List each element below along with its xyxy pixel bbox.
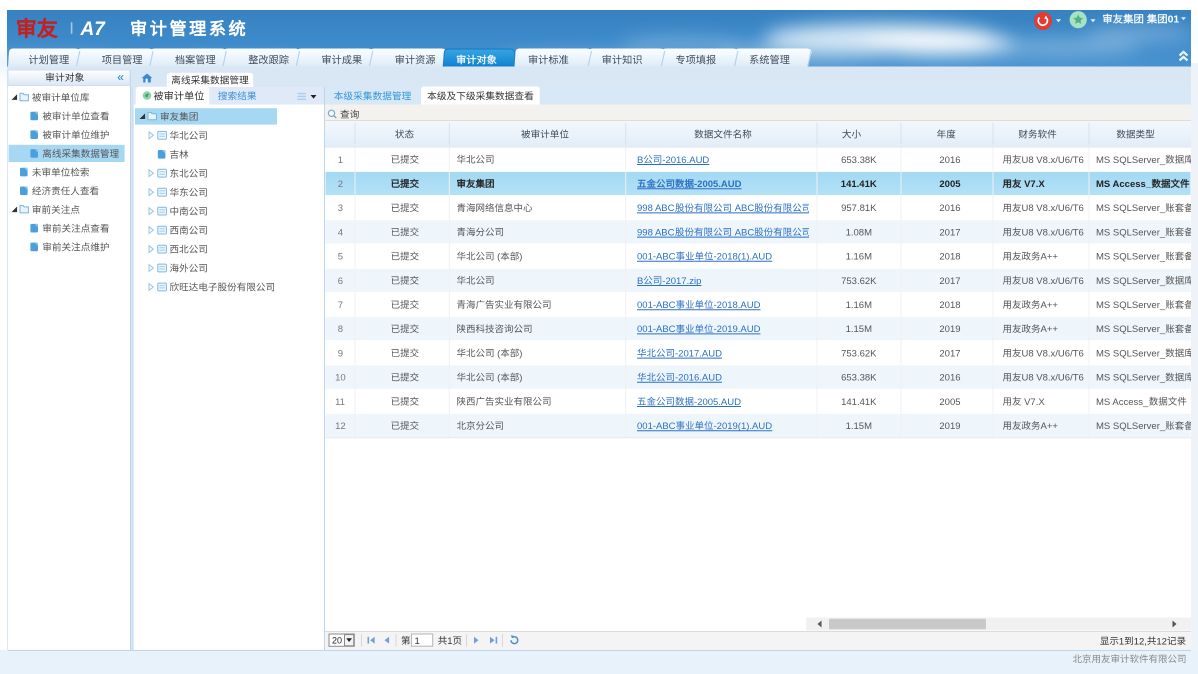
svg-text:141.41K: 141.41K [841,397,877,408]
svg-text:A++: A++ [1041,252,1059,263]
svg-text:MS SQLServer_: MS SQLServer_ [1096,203,1166,214]
svg-text:MS SQLServer_: MS SQLServer_ [1096,324,1166,335]
svg-text:«: « [117,70,124,84]
svg-text:V7.X: V7.X [1024,179,1045,190]
svg-text:A++: A++ [1041,421,1059,432]
svg-text:3: 3 [338,203,343,214]
svg-text:6: 6 [338,276,343,287]
svg-text:U8 V8.x/U6/T6: U8 V8.x/U6/T6 [1022,203,1084,214]
svg-text:2019: 2019 [939,324,960,335]
svg-text:9: 9 [338,348,343,359]
svg-text:A++: A++ [1041,300,1059,311]
svg-text:01: 01 [1168,15,1180,26]
svg-text:): ) [519,348,522,359]
svg-text:MS SQLServer_: MS SQLServer_ [1096,300,1166,311]
svg-text:20: 20 [332,636,342,646]
svg-text:A7: A7 [80,19,107,40]
svg-text:V7.X: V7.X [1024,397,1045,408]
svg-text:U8 V8.x/U6/T6: U8 V8.x/U6/T6 [1022,227,1084,238]
svg-text:7: 7 [338,300,343,311]
svg-text:U8 V8.x/U6/T6: U8 V8.x/U6/T6 [1022,276,1084,287]
svg-text:2017: 2017 [939,348,960,359]
svg-text:MS SQLServer_: MS SQLServer_ [1096,348,1166,359]
svg-text:2017: 2017 [939,227,960,238]
svg-text:MS SQLServer_: MS SQLServer_ [1096,155,1166,166]
svg-text:MS SQLServer_: MS SQLServer_ [1096,373,1166,384]
svg-text:10: 10 [335,373,346,384]
svg-text:MS SQLServer_: MS SQLServer_ [1096,421,1166,432]
svg-text:2016: 2016 [939,373,960,384]
svg-text:1.16M: 1.16M [846,252,872,263]
svg-text:653.38K: 653.38K [841,155,877,166]
svg-text:1: 1 [338,155,343,166]
svg-text:753.62K: 753.62K [841,276,877,287]
svg-text:1: 1 [447,636,452,647]
svg-text:1.15M: 1.15M [846,421,872,432]
svg-text:1: 1 [415,636,420,647]
svg-text:MS SQLServer_: MS SQLServer_ [1096,252,1166,263]
svg-text:2: 2 [338,179,343,190]
svg-text:653.38K: 653.38K [841,373,877,384]
svg-text:1: 1 [1119,636,1124,647]
svg-text:753.62K: 753.62K [841,348,877,359]
svg-text:1.08M: 1.08M [846,227,872,238]
svg-text:12,: 12, [1134,636,1147,647]
svg-text:1.16M: 1.16M [846,300,872,311]
svg-text:MS SQLServer_: MS SQLServer_ [1096,276,1166,287]
svg-text:4: 4 [338,227,343,238]
svg-text:12: 12 [335,421,346,432]
svg-text:1.15M: 1.15M [846,324,872,335]
svg-text:12: 12 [1156,636,1167,647]
svg-text:U8 V8.x/U6/T6: U8 V8.x/U6/T6 [1022,373,1084,384]
svg-text:2019: 2019 [939,421,960,432]
svg-text:MS Access_: MS Access_ [1096,179,1152,190]
svg-text:957.81K: 957.81K [841,203,877,214]
svg-text:MS SQLServer_: MS SQLServer_ [1096,227,1166,238]
svg-text:2016: 2016 [939,203,960,214]
svg-text:A++: A++ [1041,324,1059,335]
svg-text:): ) [519,373,522,384]
svg-text:141.41K: 141.41K [841,179,877,190]
svg-text:2017: 2017 [939,276,960,287]
svg-text:11: 11 [335,397,345,408]
svg-text:): ) [519,252,522,263]
svg-text:MS Access_: MS Access_ [1096,397,1149,408]
svg-text:2018: 2018 [939,300,960,311]
svg-text:8: 8 [338,324,343,335]
svg-text:5: 5 [338,252,343,263]
svg-text:U8 V8.x/U6/T6: U8 V8.x/U6/T6 [1022,348,1084,359]
svg-text:2016: 2016 [939,155,960,166]
svg-text:U8 V8.x/U6/T6: U8 V8.x/U6/T6 [1022,155,1084,166]
svg-text:2018: 2018 [939,252,960,263]
svg-text:2005: 2005 [939,179,961,190]
svg-text:2005: 2005 [939,397,960,408]
